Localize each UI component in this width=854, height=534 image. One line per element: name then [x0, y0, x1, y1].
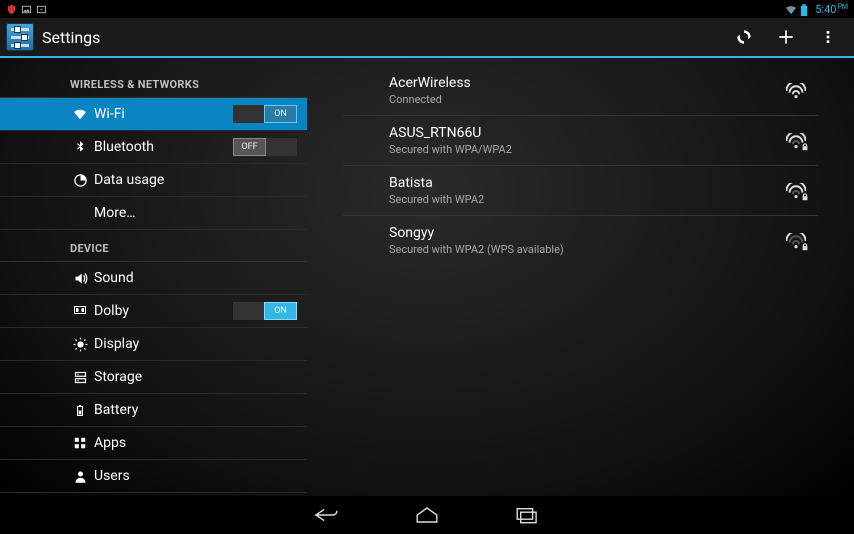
wifi-icon [72, 106, 88, 122]
home-button[interactable] [413, 505, 441, 525]
wifi-network-row[interactable]: ASUS_RTN66U Secured with WPA/WPA2 [343, 116, 818, 166]
sidebar-item-sound[interactable]: Sound [0, 262, 307, 295]
sidebar-item-label: Apps [94, 435, 126, 451]
action-bar: Settings [0, 18, 854, 58]
status-notifications [6, 4, 47, 15]
wifi-status-icon [785, 4, 796, 15]
data-icon [72, 172, 88, 188]
page-title: Settings [42, 28, 726, 47]
recent-apps-button[interactable] [513, 505, 541, 525]
content-area: WIRELESS & NETWORKS Wi-Fi ON Bluetooth OFF Da… [0, 58, 854, 496]
sidebar-item-display[interactable]: Display [0, 328, 307, 361]
add-network-icon[interactable] [776, 27, 796, 47]
network-status: Secured with WPA/WPA2 [389, 143, 512, 156]
wifi-signal-icon [786, 133, 806, 149]
toggle-switch[interactable]: ON [233, 302, 297, 320]
sidebar-item-label: Battery [94, 402, 138, 418]
sidebar-item-apps[interactable]: Apps [0, 427, 307, 460]
sidebar-item-data-usage[interactable]: Data usage [0, 164, 307, 197]
wifi-network-list[interactable]: AcerWireless Connected ASUS_RTN66U Secured … [307, 58, 854, 496]
overflow-menu-icon[interactable] [818, 27, 838, 47]
sidebar-item-users[interactable]: Users [0, 460, 307, 493]
network-name: ASUS_RTN66U [389, 125, 512, 141]
sidebar-item-label: Wi-Fi [94, 106, 125, 122]
sidebar-item-label: Data usage [94, 172, 164, 188]
battery-icon [72, 402, 88, 418]
sidebar-item-label: Storage [94, 369, 142, 385]
network-status: Connected [389, 93, 471, 106]
status-bar: 5:40PM [0, 0, 854, 18]
wifi-signal-icon [786, 83, 806, 99]
network-name: AcerWireless [389, 75, 471, 91]
status-system: 5:40PM [785, 3, 848, 16]
toggle-switch[interactable]: ON [233, 105, 297, 123]
network-status: Secured with WPA2 [389, 193, 484, 206]
sidebar-item-label: Dolby [94, 303, 129, 319]
sidebar-item-dolby[interactable]: Dolby ON [0, 295, 307, 328]
navigation-bar [0, 496, 854, 534]
sidebar-item-battery[interactable]: Battery [0, 394, 307, 427]
back-button[interactable] [313, 505, 341, 525]
download-icon [36, 4, 47, 15]
section-header: DEVICE [0, 230, 307, 262]
wifi-signal-icon [786, 183, 806, 199]
sidebar-item-bluetooth[interactable]: Bluetooth OFF [0, 131, 307, 164]
network-name: Songyy [389, 225, 564, 241]
shield-icon [6, 4, 17, 15]
network-status: Secured with WPA2 (WPS available) [389, 243, 564, 256]
sidebar-item-more[interactable]: More… [0, 197, 307, 230]
wifi-network-row[interactable]: Batista Secured with WPA2 [343, 166, 818, 216]
settings-app-icon[interactable] [6, 23, 34, 51]
sound-icon [72, 270, 88, 286]
status-time: 5:40PM [815, 3, 848, 16]
settings-sidebar[interactable]: WIRELESS & NETWORKS Wi-Fi ON Bluetooth OFF Da… [0, 58, 307, 496]
sidebar-item-wi-fi[interactable]: Wi-Fi ON [0, 98, 307, 131]
bluetooth-icon [72, 139, 88, 155]
section-header: WIRELESS & NETWORKS [0, 66, 307, 98]
refresh-icon[interactable] [734, 27, 754, 47]
network-name: Batista [389, 175, 484, 191]
picture-icon [21, 4, 32, 15]
storage-icon [72, 369, 88, 385]
wifi-network-row[interactable]: AcerWireless Connected [343, 66, 818, 116]
battery-status-icon [800, 4, 811, 15]
sidebar-item-label: Users [94, 468, 130, 484]
apps-icon [72, 435, 88, 451]
section-header: PERSONAL [0, 493, 307, 496]
wifi-network-row[interactable]: Songyy Secured with WPA2 (WPS available) [343, 216, 818, 265]
sidebar-item-label: Sound [94, 270, 134, 286]
sidebar-item-label: Display [94, 336, 139, 352]
users-icon [72, 468, 88, 484]
sidebar-item-storage[interactable]: Storage [0, 361, 307, 394]
toggle-switch[interactable]: OFF [233, 138, 297, 156]
display-icon [72, 336, 88, 352]
dolby-icon [72, 303, 88, 319]
wifi-signal-icon [786, 233, 806, 249]
sidebar-item-label: Bluetooth [94, 139, 154, 155]
blank-icon [72, 205, 88, 221]
sidebar-item-label: More… [94, 205, 136, 221]
